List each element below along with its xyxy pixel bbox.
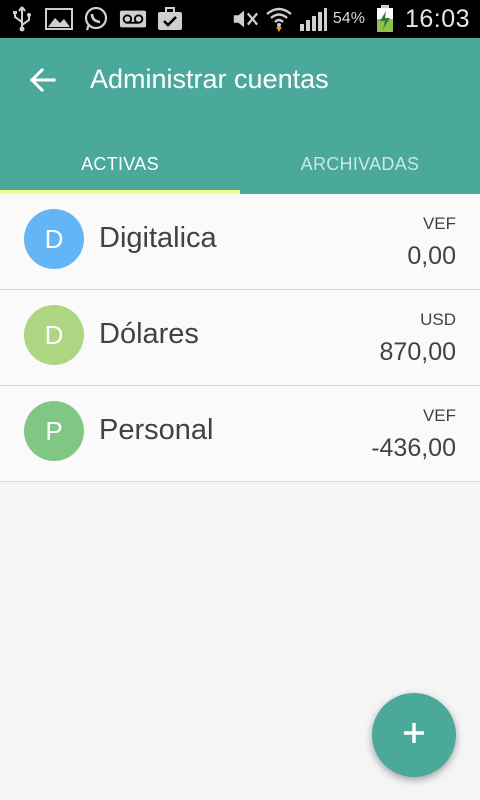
account-currency: USD xyxy=(420,310,456,329)
tab-bar: ACTIVAS ARCHIVADAS xyxy=(0,134,480,194)
whatsapp-icon xyxy=(82,5,110,33)
account-name: Digitalica xyxy=(99,222,217,254)
page-title: Administrar cuentas xyxy=(90,64,329,94)
signal-icon xyxy=(299,5,327,33)
status-bar-system: 54% 16:03 xyxy=(231,4,470,34)
back-button[interactable] xyxy=(22,62,62,102)
tab-archivadas[interactable]: ARCHIVADAS xyxy=(240,134,480,194)
battery-charging-icon xyxy=(371,5,399,33)
account-name: Dólares xyxy=(99,318,199,350)
account-row-personal[interactable]: P Personal VEF -436,00 xyxy=(0,386,480,482)
wifi-icon xyxy=(265,5,293,33)
avatar: D xyxy=(24,305,84,365)
status-bar: 54% 16:03 xyxy=(0,0,480,38)
account-balance: 870,00 xyxy=(379,338,456,366)
avatar: D xyxy=(24,209,84,269)
app-bar: Administrar cuentas ACTIVAS ARCHIVADAS xyxy=(0,38,480,194)
battery-percent: 54% xyxy=(332,10,365,27)
plus-icon xyxy=(402,721,426,750)
add-account-button[interactable] xyxy=(372,693,456,777)
account-currency: VEF xyxy=(422,214,456,233)
clock: 16:03 xyxy=(404,4,470,33)
account-list: D Digitalica VEF 0,00 D Dólares USD 870,… xyxy=(0,194,480,482)
account-row-dolares[interactable]: D Dólares USD 870,00 xyxy=(0,290,480,386)
account-currency: VEF xyxy=(422,406,456,425)
account-name: Personal xyxy=(99,414,214,446)
image-icon xyxy=(45,5,73,33)
mute-icon xyxy=(231,5,259,33)
usb-icon xyxy=(8,5,36,33)
account-row-digitalica[interactable]: D Digitalica VEF 0,00 xyxy=(0,194,480,290)
status-bar-notifications xyxy=(8,5,184,33)
account-balance: 0,00 xyxy=(407,242,456,270)
avatar: P xyxy=(24,401,84,461)
voicemail-icon xyxy=(119,5,147,33)
briefcase-check-icon xyxy=(156,5,184,33)
tab-activas[interactable]: ACTIVAS xyxy=(0,134,240,194)
arrow-back-icon xyxy=(28,66,56,99)
account-balance: -436,00 xyxy=(371,434,456,462)
